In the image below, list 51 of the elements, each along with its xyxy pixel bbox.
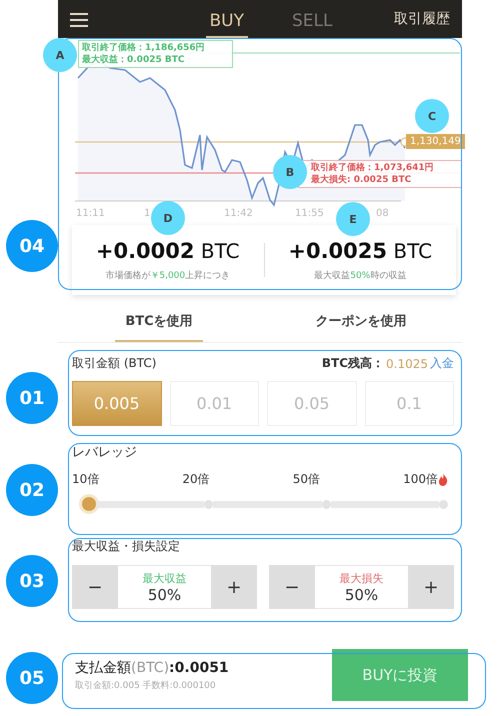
plus-button[interactable]: + xyxy=(408,565,454,609)
limit-label: 最大損失 xyxy=(340,570,384,586)
section-number: 04 xyxy=(6,220,58,272)
leverage-stop[interactable] xyxy=(204,500,214,508)
summary-note: 市場価格が￥5,000上昇につき xyxy=(105,270,230,282)
time-label: 11:11 xyxy=(76,208,105,219)
amount-label: 取引金額 (BTC) xyxy=(72,355,156,372)
section-number: 05 xyxy=(6,652,58,704)
nav-tab[interactable]: BUY xyxy=(206,0,248,38)
stop-loss-text: 最大損失: 0.0025 BTC xyxy=(311,174,412,186)
leverage-stop[interactable] xyxy=(82,497,96,511)
time-label: 1 xyxy=(144,208,150,219)
leverage-label: 20倍 xyxy=(182,471,210,488)
minus-button[interactable]: − xyxy=(269,565,315,609)
limit-label: 最大収益 xyxy=(142,570,186,586)
balance-value: 0.1025 xyxy=(386,356,428,370)
limits-title: 最大収益・損失設定 xyxy=(72,538,181,555)
limit-field[interactable]: 最大収益 50% xyxy=(118,565,211,609)
plus-button[interactable]: + xyxy=(211,565,257,609)
leverage-title: レバレッジ xyxy=(72,444,138,461)
limit-value: 50% xyxy=(344,586,378,604)
time-label: 11:55 xyxy=(295,208,324,219)
minus-button[interactable]: − xyxy=(72,565,118,609)
history-link[interactable]: 取引履歴 xyxy=(394,10,450,28)
take-profit-text: 最大収益：0.0025 BTC xyxy=(82,54,186,66)
section-number: 01 xyxy=(6,372,58,424)
leverage-stop[interactable] xyxy=(322,500,331,508)
payment-total: 支払金額(BTC):0.0051 xyxy=(75,658,230,676)
section-number: 02 xyxy=(6,464,58,516)
summary-note: 最大収益50%時の収益 xyxy=(314,270,406,282)
time-label: 11:42 xyxy=(224,208,253,219)
leverage-stop[interactable] xyxy=(438,500,448,508)
payment-tab[interactable]: クーポンを使用 xyxy=(260,301,462,342)
summary-value: +0.0025 BTC xyxy=(288,238,432,262)
balance-label: BTC残高： xyxy=(322,355,384,372)
leverage-label: 10倍 xyxy=(72,471,100,488)
limit-field[interactable]: 最大損失 50% xyxy=(315,565,408,609)
leverage-label: 100倍 xyxy=(403,471,438,488)
leverage-label: 50倍 xyxy=(292,471,320,488)
take-profit-text: 取引終了価格：1,186,656円 xyxy=(82,42,206,54)
current-price-tag: 1,130,149 xyxy=(406,134,465,149)
menu-icon[interactable] xyxy=(70,12,88,26)
limit-value: 50% xyxy=(148,586,182,604)
section-number: 03 xyxy=(6,555,58,607)
time-label: 08 xyxy=(376,208,389,219)
summary-value: +0.0002 BTC xyxy=(96,238,240,262)
payment-tab[interactable]: BTCを使用 xyxy=(58,301,260,342)
annotation-marker: A xyxy=(43,38,77,72)
nav-tab[interactable]: SELL xyxy=(288,0,336,38)
fee-detail: 取引金額:0.005 手数料:0.000100 xyxy=(75,680,217,692)
stop-loss-text: 取引終了価格：1,073,641円 xyxy=(311,162,435,174)
